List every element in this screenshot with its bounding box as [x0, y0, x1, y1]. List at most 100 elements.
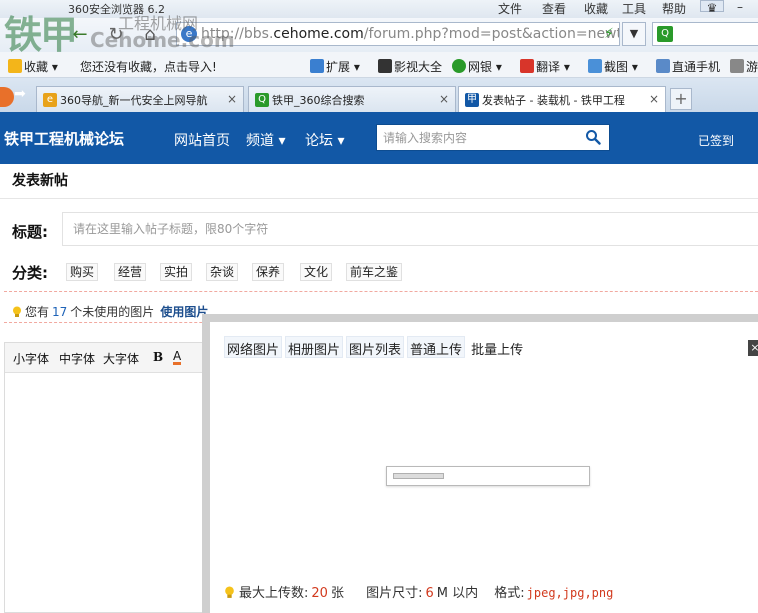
category-buy[interactable]: 购买	[66, 263, 99, 281]
screenshot-label: 截图 ▾	[604, 60, 638, 74]
page-title: 发表新帖	[12, 173, 68, 189]
post-title-input[interactable]	[62, 212, 758, 246]
image-size-value: 6	[425, 586, 434, 601]
minimize-button[interactable]: –	[728, 0, 752, 14]
favorites-menu-label: 收藏 ▾	[24, 60, 58, 74]
search-engine-icon[interactable]: Q	[657, 26, 673, 42]
category-maintenance[interactable]: 保养	[252, 263, 285, 281]
tab-normal-upload[interactable]: 普通上传	[407, 336, 466, 358]
favorites-menu[interactable]: 收藏 ▾	[8, 58, 58, 75]
watermark-en-text: Cehome.com	[90, 28, 235, 52]
phone-icon	[656, 59, 670, 73]
search-tab-icon: Q	[255, 92, 269, 107]
tip-suffix: 个未使用的图片	[70, 305, 155, 319]
menu-favorites[interactable]: 收藏	[584, 0, 608, 17]
tab-image-list[interactable]: 图片列表	[346, 336, 405, 358]
menu-file[interactable]: 文件	[498, 0, 522, 17]
image-upload-dialog: 网络图片 相册图片 图片列表 普通上传 批量上传 × 最大上传数: 20 张 图片尺…	[202, 314, 758, 613]
category-chat[interactable]: 杂谈	[206, 263, 239, 281]
arrow-right-icon[interactable]: ➡	[14, 86, 26, 102]
netbank-menu[interactable]: 网银 ▾	[452, 58, 502, 75]
phone-link[interactable]: 直通手机	[656, 58, 720, 75]
close-icon[interactable]: ×	[748, 340, 758, 356]
menu-view[interactable]: 查看	[542, 0, 566, 17]
tab-label: 360导航_新一代安全上网导航	[60, 93, 208, 107]
site-title[interactable]: 铁甲工程机械论坛	[4, 128, 124, 149]
small-font-button[interactable]: 小字体	[13, 350, 49, 367]
nav-forum[interactable]: 论坛 ▾	[305, 130, 344, 150]
new-tab-button[interactable]: +	[670, 88, 692, 110]
upload-progress-fill	[393, 473, 444, 479]
site-header: 铁甲工程机械论坛 网站首页 频道 ▾ 论坛 ▾ 已签到	[0, 112, 758, 164]
menu-help[interactable]: 帮助	[662, 0, 686, 17]
cehome-tab-icon: 甲	[465, 92, 479, 107]
nav360-icon: e	[43, 92, 57, 107]
post-editor[interactable]: 小字体 中字体 大字体 B A ≡	[4, 342, 215, 613]
extensions-icon	[310, 59, 324, 73]
scissors-icon	[588, 59, 602, 73]
tab-360-nav[interactable]: e 360导航_新一代安全上网导航 ×	[36, 86, 244, 112]
search-icon[interactable]	[585, 129, 601, 145]
browser-tabbar: ➡ e 360导航_新一代安全上网导航 × Q 铁甲_360综合搜索 × 甲 发…	[0, 78, 758, 112]
tab-batch-upload[interactable]: 批量上传	[468, 336, 527, 358]
favorites-bar: 收藏 ▾ 您还没有收藏，点击导入! 扩展 ▾ 影视大全 网银 ▾ 翻译 ▾ 截图…	[0, 52, 758, 78]
translate-menu[interactable]: 翻译 ▾	[520, 58, 570, 75]
address-suffix: /forum.php?mod=post&action=newth	[363, 26, 620, 42]
checkin-status[interactable]: 已签到	[698, 132, 734, 149]
category-business[interactable]: 经营	[114, 263, 147, 281]
site-search-input[interactable]	[377, 125, 577, 150]
skin-icon[interactable]: ♛	[700, 0, 724, 15]
netbank-icon	[452, 59, 466, 73]
tab-label: 铁甲_360综合搜索	[272, 93, 365, 107]
format-value: jpeg,jpg,png	[526, 586, 614, 600]
dialog-tabs: 网络图片 相册图片 图片列表 普通上传 批量上传	[224, 336, 529, 358]
browser-search-box[interactable]: Q	[652, 22, 758, 46]
format-label: 格式:	[494, 586, 525, 601]
bold-button[interactable]: B	[153, 350, 163, 364]
site-search	[376, 124, 610, 151]
tab-360-search[interactable]: Q 铁甲_360综合搜索 ×	[248, 86, 456, 112]
nav-home[interactable]: 网站首页	[174, 130, 230, 150]
editor-toolbar: 小字体 中字体 大字体 B A ≡	[5, 343, 215, 373]
address-domain: cehome.com	[273, 26, 364, 42]
game-label: 游	[746, 60, 758, 74]
tab-post[interactable]: 甲 发表帖子 - 装载机 - 铁甲工程 ×	[458, 86, 666, 112]
address-dropdown-chevron-icon[interactable]: ▼	[622, 22, 646, 46]
menu-tools[interactable]: 工具	[622, 0, 646, 17]
title-label: 标题:	[12, 223, 48, 241]
image-size-unit: M 以内	[436, 586, 479, 601]
sidebar-toggle[interactable]	[0, 87, 14, 107]
tab-close-icon[interactable]: ×	[439, 92, 449, 106]
import-favorites-link[interactable]: 您还没有收藏，点击导入!	[80, 58, 217, 75]
image-size-label: 图片尺寸:	[366, 586, 423, 601]
translate-label: 翻译 ▾	[536, 60, 570, 74]
gamepad-icon	[730, 59, 744, 73]
tab-close-icon[interactable]: ×	[227, 92, 237, 106]
font-color-button[interactable]: A	[173, 350, 182, 365]
extensions-menu[interactable]: 扩展 ▾	[310, 58, 360, 75]
lightbulb-icon	[225, 586, 234, 598]
tab-album-images[interactable]: 相册图片	[285, 336, 344, 358]
category-culture[interactable]: 文化	[300, 263, 333, 281]
address-bar[interactable]: e http://bbs. cehome.com/forum.php?mod=po…	[176, 22, 620, 46]
max-upload-value: 20	[311, 586, 328, 601]
nav-channel[interactable]: 频道 ▾	[246, 130, 285, 150]
lightning-icon[interactable]: ⚡	[604, 26, 614, 42]
category-label: 分类:	[12, 264, 48, 282]
large-font-button[interactable]: 大字体	[103, 350, 139, 367]
divider	[0, 198, 758, 199]
upload-progress-bar	[386, 466, 590, 486]
category-photo[interactable]: 实拍	[160, 263, 193, 281]
medium-font-button[interactable]: 中字体	[59, 350, 95, 367]
category-lessons[interactable]: 前车之鉴	[346, 263, 403, 281]
tip-prefix: 您有	[25, 305, 50, 319]
tab-close-icon[interactable]: ×	[649, 92, 659, 106]
unused-images-tip: 您有 17 个未使用的图片 使用图片	[12, 303, 208, 320]
screenshot-menu[interactable]: 截图 ▾	[588, 58, 638, 75]
video-link[interactable]: 影视大全	[378, 58, 442, 75]
tab-label: 发表帖子 - 装载机 - 铁甲工程	[482, 93, 625, 107]
upload-limits-info: 最大上传数: 20 张 图片尺寸: 6 M 以内 格式: jpeg,jpg,png	[224, 582, 613, 601]
watermark-logo: 铁甲 工程机械网 Cehome.com	[0, 0, 235, 57]
tab-web-images[interactable]: 网络图片	[224, 336, 283, 358]
game-link[interactable]: 游	[730, 58, 758, 75]
